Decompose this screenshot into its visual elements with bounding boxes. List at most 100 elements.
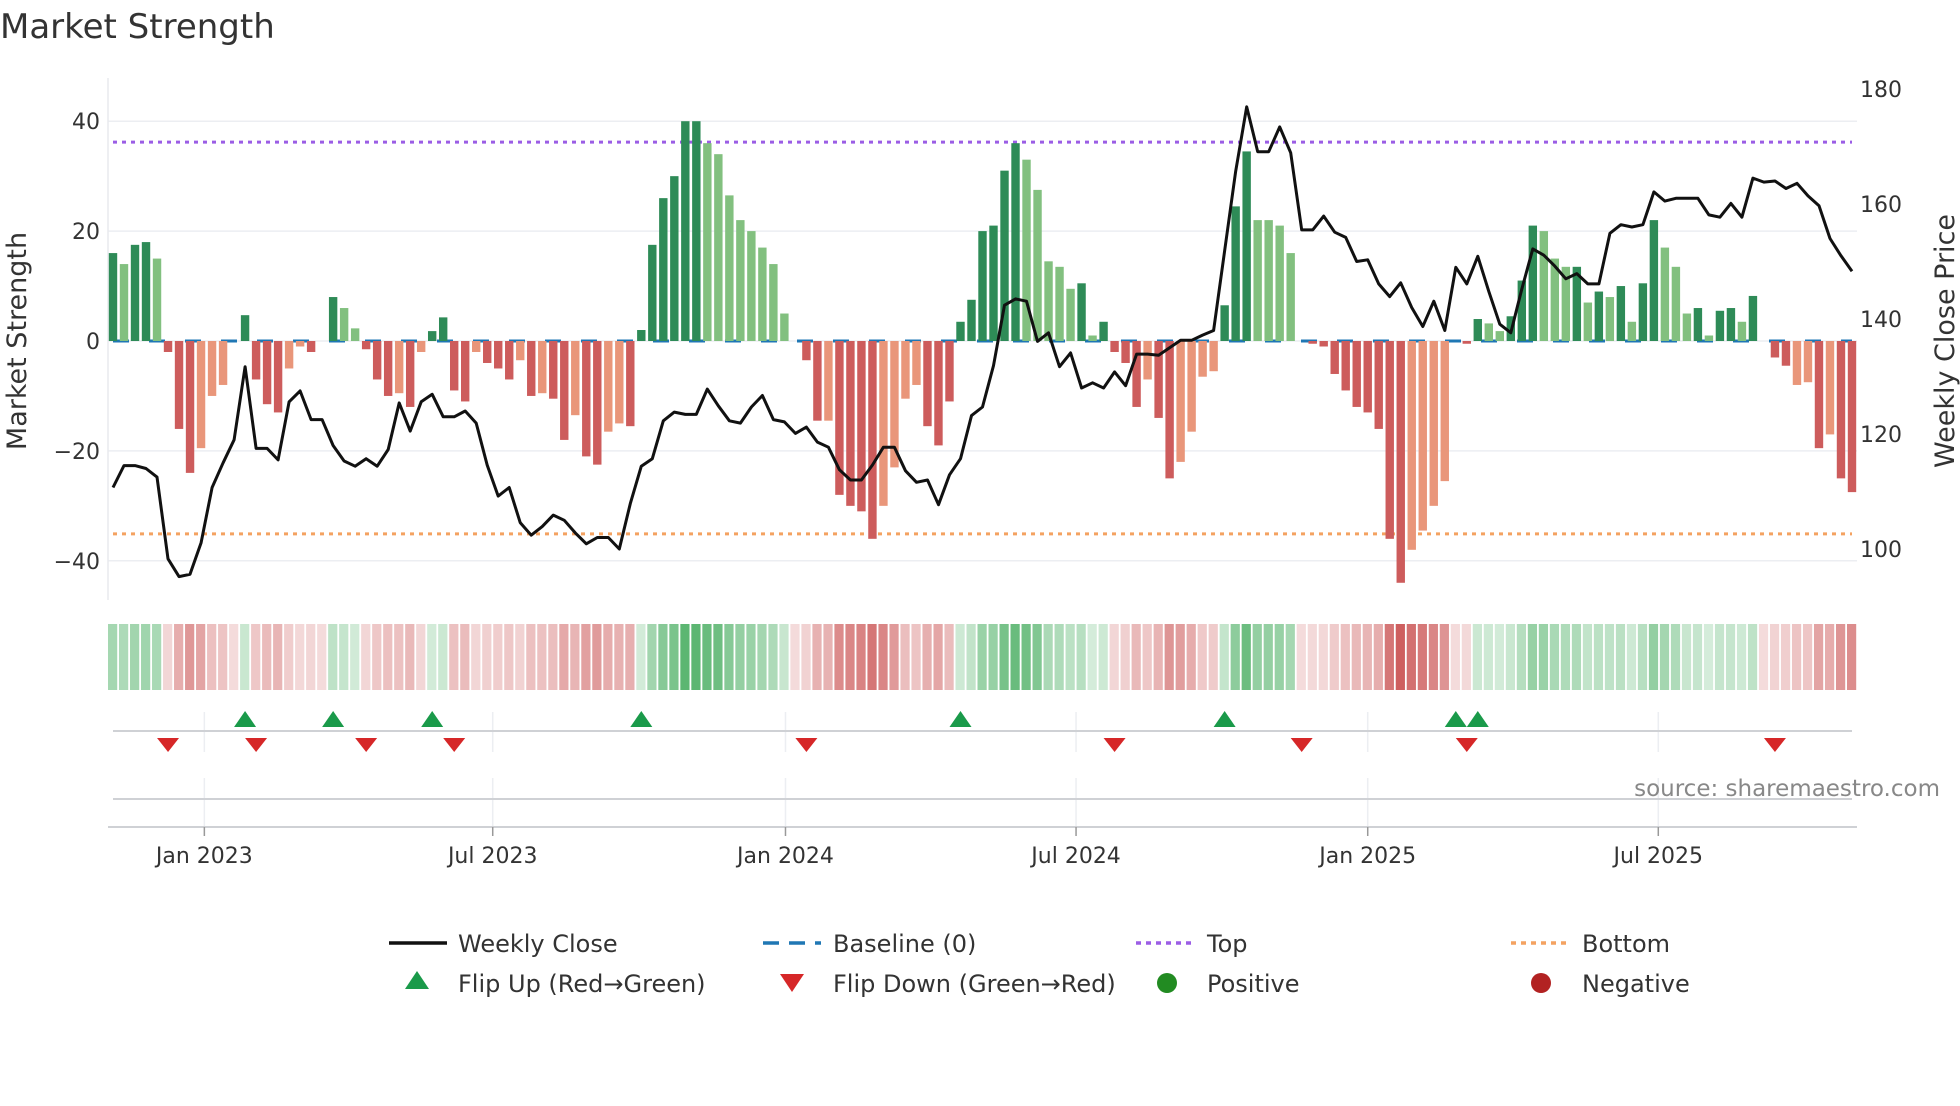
x-tick-label: Jul 2024 [1029, 844, 1121, 869]
flip-down-marker [355, 738, 378, 752]
strength-bar [1198, 341, 1207, 377]
strength-bar [108, 253, 118, 341]
strength-bar [1011, 143, 1020, 341]
flip-up-marker [1444, 711, 1467, 727]
strength-bar [1594, 291, 1604, 341]
x-tick-label: Jul 2023 [446, 844, 538, 869]
heat-cell [1230, 624, 1240, 690]
heat-cell [757, 624, 767, 690]
strength-bar [1715, 310, 1725, 341]
strength-bar [703, 143, 712, 341]
heat-cell [746, 624, 756, 690]
heat-cell [801, 624, 811, 690]
strength-bar [1660, 247, 1670, 341]
strength-bar [1088, 335, 1097, 341]
heat-cell [515, 624, 525, 690]
strength-bar [196, 341, 206, 449]
heat-cell [394, 624, 404, 690]
heat-cell [1043, 624, 1053, 690]
heat-cell [812, 624, 822, 690]
strength-bar [416, 341, 426, 352]
heat-cell [306, 624, 316, 690]
strength-bar [427, 331, 437, 341]
legend: Weekly Close Baseline (0) Top Bottom Fli… [389, 930, 1690, 998]
heat-cell [1780, 624, 1791, 690]
legend-item-baseline[interactable]: Baseline (0) [763, 930, 976, 958]
strength-bar [1385, 341, 1394, 539]
heat-cell [1329, 624, 1339, 690]
strength-bar [813, 341, 822, 421]
heat-cell [1725, 624, 1736, 690]
heat-cell [229, 624, 239, 690]
strength-bar [626, 341, 635, 427]
strength-bar [449, 341, 459, 391]
right-axis-title: Weekly Close Price [1930, 214, 1960, 468]
heat-cell [944, 624, 954, 690]
heat-cell [790, 624, 800, 690]
left-axis-title: Market Strength [2, 232, 33, 450]
legend-item-flip-up[interactable]: Flip Up (Red→Green) [405, 970, 706, 998]
strength-bar [527, 341, 536, 396]
strength-bar [1770, 341, 1780, 358]
strength-bar [1429, 341, 1438, 506]
strength-bar [361, 341, 371, 350]
strength-bars [108, 121, 1857, 583]
flip-down-marker [157, 738, 180, 752]
heat-cell [262, 624, 272, 690]
legend-item-weekly-close[interactable]: Weekly Close [389, 930, 618, 958]
heat-cell [295, 624, 305, 690]
heat-cell [1197, 624, 1207, 690]
heat-cell [1659, 624, 1670, 690]
flip-down-marker [1290, 738, 1313, 752]
heat-cell [768, 624, 778, 690]
legend-item-top[interactable]: Top [1136, 930, 1248, 958]
strength-bar [1187, 341, 1196, 432]
heat-cell [1824, 624, 1835, 690]
heat-cell [526, 624, 536, 690]
strength-bar [615, 341, 624, 424]
strength-bar [218, 341, 228, 385]
strength-bar [1055, 266, 1064, 341]
heat-cell [328, 624, 338, 690]
heat-cell [581, 624, 591, 690]
heat-cell [460, 624, 470, 690]
strength-bar [1836, 341, 1846, 479]
heat-cell [1373, 624, 1383, 690]
strength-bar [978, 231, 987, 341]
legend-item-flip-down[interactable]: Flip Down (Green→Red) [780, 970, 1116, 998]
strength-bar [736, 220, 745, 341]
heat-cell [1758, 624, 1769, 690]
strength-bar [857, 341, 866, 512]
strength-bar [681, 121, 690, 341]
legend-item-negative[interactable]: Negative [1531, 970, 1690, 998]
heat-cell [1175, 624, 1185, 690]
heat-cell [1791, 624, 1802, 690]
strength-bar [1462, 341, 1471, 344]
strength-heat-strip [108, 624, 1857, 690]
strength-bar [1396, 341, 1405, 583]
legend-item-bottom[interactable]: Bottom [1511, 930, 1670, 958]
strength-bar [989, 225, 998, 341]
strength-bar [1616, 286, 1626, 341]
strength-bar [1418, 341, 1427, 531]
legend-item-positive[interactable]: Positive [1157, 970, 1300, 998]
strength-bar [670, 176, 679, 341]
heat-cell [141, 624, 151, 690]
flip-down-marker [245, 738, 268, 752]
legend-label: Negative [1582, 970, 1690, 998]
strength-bar [604, 341, 613, 432]
flip-up-marker [322, 711, 345, 727]
heat-cell [1351, 624, 1361, 690]
strength-bar [714, 154, 723, 341]
legend-label: Positive [1207, 970, 1300, 998]
strength-bar [1286, 253, 1295, 341]
heat-cell [537, 624, 547, 690]
x-tick-label: Jan 2023 [154, 844, 253, 869]
strength-bar [571, 341, 580, 416]
strength-bar [1495, 331, 1504, 341]
heat-cell [955, 624, 965, 690]
strength-bar [273, 341, 283, 413]
heat-cell [1538, 624, 1549, 690]
strength-bar [1825, 341, 1835, 435]
strength-bar [328, 297, 338, 341]
